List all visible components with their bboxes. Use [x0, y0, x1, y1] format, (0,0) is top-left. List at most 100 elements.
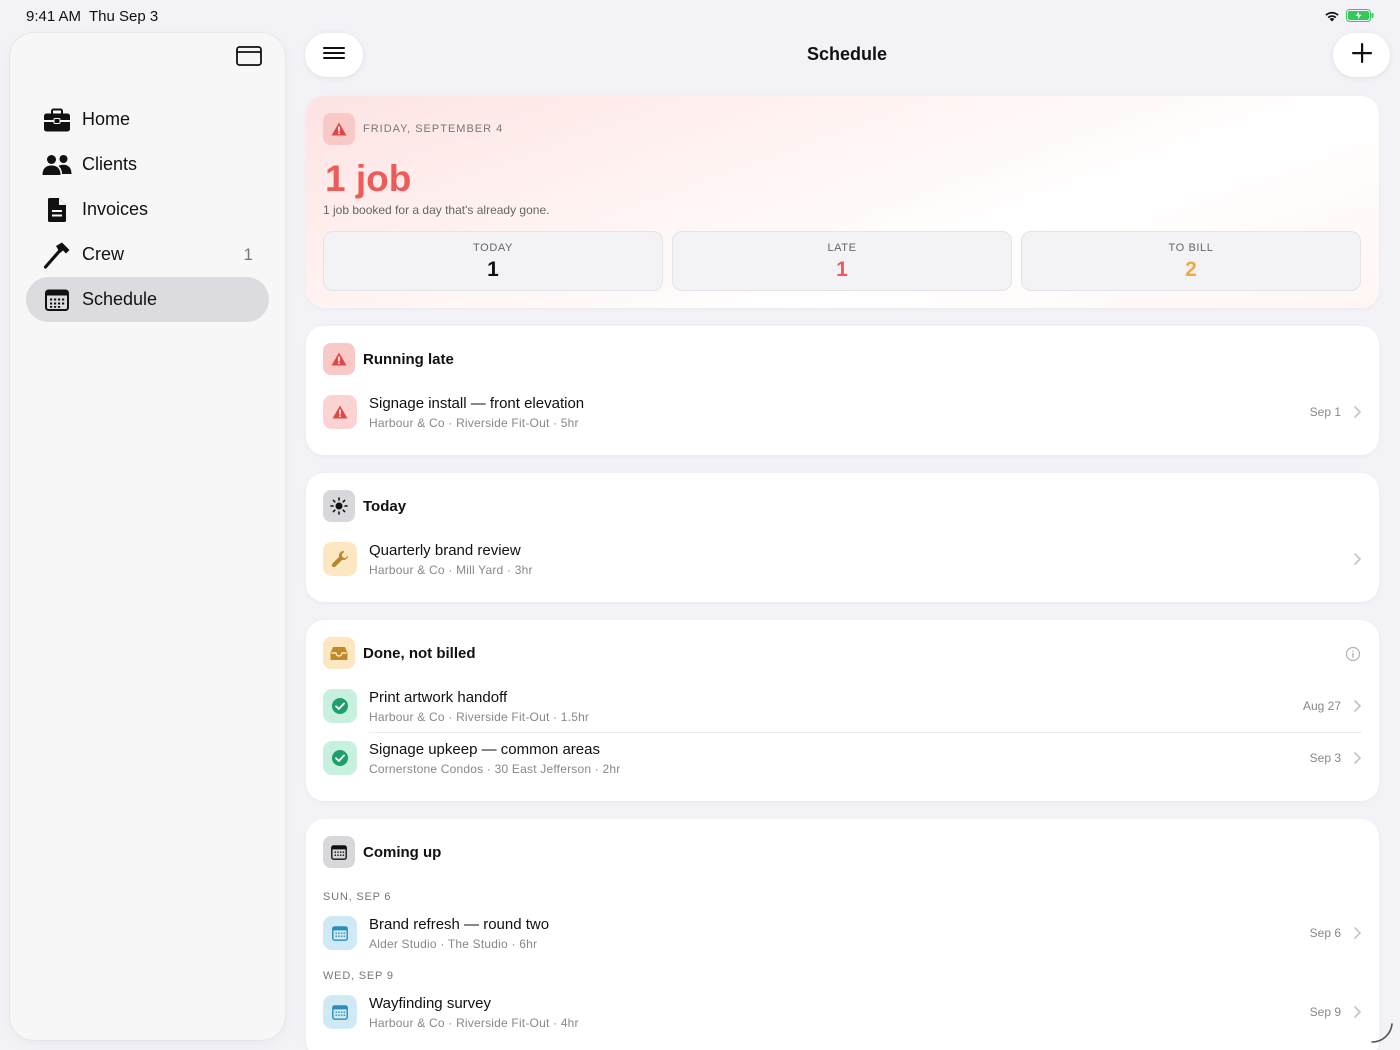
job-site: 30 East Jefferson [494, 762, 592, 776]
date-group-label: SUN, SEP 6 [323, 891, 392, 903]
chevron-right-icon [1354, 553, 1361, 565]
people-icon [42, 152, 72, 178]
job-title: Signage install — front elevation [369, 395, 585, 412]
job-meta: Cornerstone Condos · 30 East Jefferson ·… [369, 762, 620, 776]
job-site: Riverside Fit-Out [456, 710, 550, 724]
job-date: Aug 27 [1302, 699, 1341, 713]
stat-late[interactable]: LATE 1 [672, 231, 1012, 291]
sidebar-toggle-icon[interactable] [235, 44, 263, 68]
summary-subtitle: 1 job booked for a day that's already go… [323, 203, 550, 217]
job-title: Brand refresh — round two [369, 916, 550, 933]
sun-icon [323, 490, 355, 522]
sidebar-item-schedule[interactable]: Schedule [26, 277, 269, 322]
menu-button[interactable] [305, 33, 363, 77]
sidebar-item-label: Clients [82, 154, 138, 174]
checkmark-icon [323, 741, 357, 775]
sidebar: Home Clients Invoices Crew 1 Schedule [10, 33, 285, 1040]
divider [369, 732, 1362, 733]
sidebar-item-crew[interactable]: Crew 1 [26, 232, 269, 277]
job-duration: 2hr [602, 762, 621, 776]
running-late-section: Running late Signage install — front ele… [306, 326, 1379, 455]
stat-today[interactable]: TODAY 1 [323, 231, 663, 291]
job-client: Harbour & Co [369, 563, 445, 577]
status-time: 9:41 AM [26, 8, 82, 25]
sidebar-item-invoices[interactable]: Invoices [26, 187, 269, 232]
wifi-icon [1324, 9, 1340, 27]
job-site: Mill Yard [456, 563, 504, 577]
separator: · [448, 710, 453, 724]
plus-icon [1351, 42, 1372, 68]
checkmark-icon [323, 689, 357, 723]
job-row[interactable]: Quarterly brand review Harbour & Co · Mi… [323, 542, 1363, 592]
stat-value: 1 [836, 258, 848, 281]
stat-value: 2 [1185, 258, 1197, 281]
job-row[interactable]: Brand refresh — round two Alder Studio ·… [323, 916, 1363, 966]
job-client: Harbour & Co [369, 1016, 445, 1030]
calendar-icon [42, 287, 72, 313]
job-site: The Studio [447, 937, 508, 951]
sidebar-nav: Home Clients Invoices Crew 1 Schedule [26, 97, 269, 322]
calendar-icon [323, 995, 357, 1029]
sidebar-item-label: Crew [82, 244, 125, 264]
chevron-right-icon [1354, 752, 1361, 764]
job-title: Print artwork handoff [369, 689, 508, 706]
job-meta: Alder Studio · The Studio · 6hr [369, 937, 537, 951]
job-meta: Harbour & Co · Riverside Fit-Out · 1.5hr [369, 710, 589, 724]
stat-label: TODAY [473, 242, 513, 254]
job-site: Riverside Fit-Out [456, 1016, 550, 1030]
job-title: Signage upkeep — common areas [369, 741, 600, 758]
sidebar-item-clients[interactable]: Clients [26, 142, 269, 187]
status-bar: 9:41 AM Thu Sep 3 [0, 0, 1400, 32]
add-button[interactable] [1333, 33, 1390, 77]
separator: · [486, 762, 492, 776]
done-not-billed-section: Done, not billed Print artwork handoff H… [306, 620, 1379, 801]
date-group-label: WED, SEP 9 [323, 970, 394, 982]
warning-icon [323, 343, 355, 375]
coming-up-section: Coming up SUN, SEP 6 Brand refresh — rou… [306, 819, 1379, 1050]
job-title: Wayfinding survey [369, 995, 491, 1012]
chevron-right-icon [1354, 406, 1361, 418]
chevron-right-icon [1354, 700, 1361, 712]
status-indicators [1324, 9, 1374, 27]
scroll-indicator-icon [1371, 1023, 1393, 1043]
status-date: Thu Sep 3 [89, 8, 159, 25]
separator: · [440, 937, 445, 951]
hamburger-icon [323, 46, 345, 65]
job-site: Riverside Fit-Out [456, 416, 550, 430]
sidebar-item-home[interactable]: Home [26, 97, 269, 142]
chevron-right-icon [1354, 1006, 1361, 1018]
info-icon[interactable] [1345, 646, 1361, 662]
overdue-summary-card: FRIDAY, SEPTEMBER 4 1 job 1 job booked f… [306, 96, 1379, 308]
job-meta: Harbour & Co · Riverside Fit-Out · 4hr [369, 1016, 579, 1030]
wrench-icon [323, 542, 357, 576]
chevron-right-icon [1354, 927, 1361, 939]
job-row[interactable]: Signage upkeep — common areas Cornerston… [323, 741, 1363, 791]
job-date: Sep 9 [1309, 1005, 1341, 1019]
stat-value: 1 [487, 258, 499, 281]
sidebar-item-label: Schedule [82, 289, 158, 309]
section-title: Running late [363, 351, 454, 368]
job-client: Harbour & Co [369, 710, 445, 724]
separator: · [594, 762, 599, 776]
section-title: Coming up [363, 844, 442, 861]
sidebar-item-label: Home [82, 109, 131, 129]
stat-label: LATE [827, 242, 857, 254]
separator: · [553, 416, 558, 430]
calendar-icon [323, 836, 355, 868]
warning-icon [323, 113, 355, 145]
job-row[interactable]: Signage install — front elevation Harbou… [323, 395, 1363, 445]
job-title: Quarterly brand review [369, 542, 521, 559]
section-title: Done, not billed [363, 645, 476, 662]
job-meta: Harbour & Co · Riverside Fit-Out · 5hr [369, 416, 579, 430]
job-date: Sep 3 [1309, 751, 1341, 765]
job-meta: Harbour & Co · Mill Yard · 3hr [369, 563, 533, 577]
battery-icon [1346, 9, 1374, 27]
job-client: Harbour & Co [369, 416, 445, 430]
separator: · [448, 1016, 453, 1030]
stat-to-bill[interactable]: TO BILL 2 [1021, 231, 1361, 291]
job-row[interactable]: Wayfinding survey Harbour & Co · Riversi… [323, 995, 1363, 1045]
job-duration: 6hr [519, 937, 538, 951]
job-duration: 5hr [560, 416, 579, 430]
document-icon [42, 197, 72, 223]
briefcase-icon [42, 107, 72, 133]
